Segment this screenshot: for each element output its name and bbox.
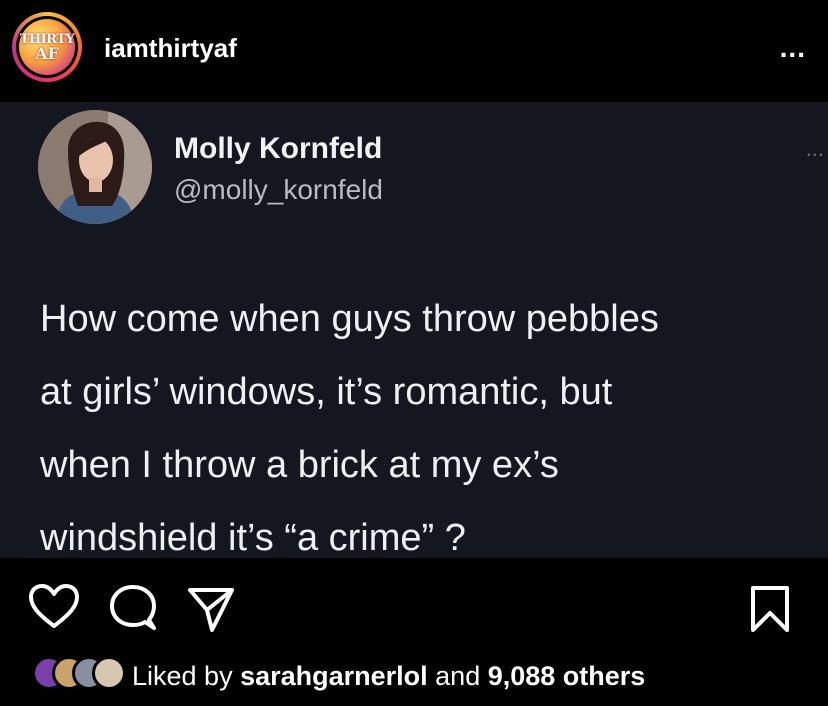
post-header: THIRTY AF iamthirtyaf ... <box>0 0 828 102</box>
tweet-more-icon: ... <box>805 136 824 161</box>
logo-text-line2: AF <box>35 43 59 63</box>
avatar-frame: THIRTY AF <box>16 16 78 78</box>
likes-summary[interactable]: Liked by sarahgarnerlol and 9,088 others <box>132 661 645 692</box>
tweet-author-handle: @molly_kornfeld <box>174 174 383 205</box>
account-avatar[interactable]: THIRTY AF <box>19 19 75 75</box>
story-ring[interactable]: THIRTY AF <box>12 12 82 82</box>
tweet-text: How come when guys throw pebbles at girl… <box>40 283 810 575</box>
more-options-icon[interactable]: ... <box>780 32 806 64</box>
tweet-line: windshield it’s “a crime” ? <box>40 517 466 559</box>
action-bar <box>0 570 828 640</box>
tweet-author-name: Molly Kornfeld <box>174 132 383 165</box>
likes-middle: and <box>427 661 488 691</box>
tweet-author-avatar <box>38 110 152 224</box>
tweet-line: at girls’ windows, it’s romantic, but <box>40 371 613 413</box>
likes-row: Liked by sarahgarnerlol and 9,088 others <box>32 652 812 698</box>
likes-others-count[interactable]: 9,088 others <box>488 661 646 691</box>
share-icon[interactable] <box>186 584 236 634</box>
heart-icon[interactable] <box>28 584 80 630</box>
likes-prefix: Liked by <box>132 661 241 691</box>
account-username[interactable]: iamthirtyaf <box>104 33 237 64</box>
tweet-line: when I throw a brick at my ex’s <box>40 444 559 486</box>
liker-avatar <box>92 656 126 690</box>
liker-username[interactable]: sarahgarnerlol <box>240 661 428 691</box>
bookmark-icon[interactable] <box>748 584 792 634</box>
comment-icon[interactable] <box>108 584 158 634</box>
person-photo-icon <box>38 110 152 224</box>
tweet-line: How come when guys throw pebbles <box>40 298 659 340</box>
